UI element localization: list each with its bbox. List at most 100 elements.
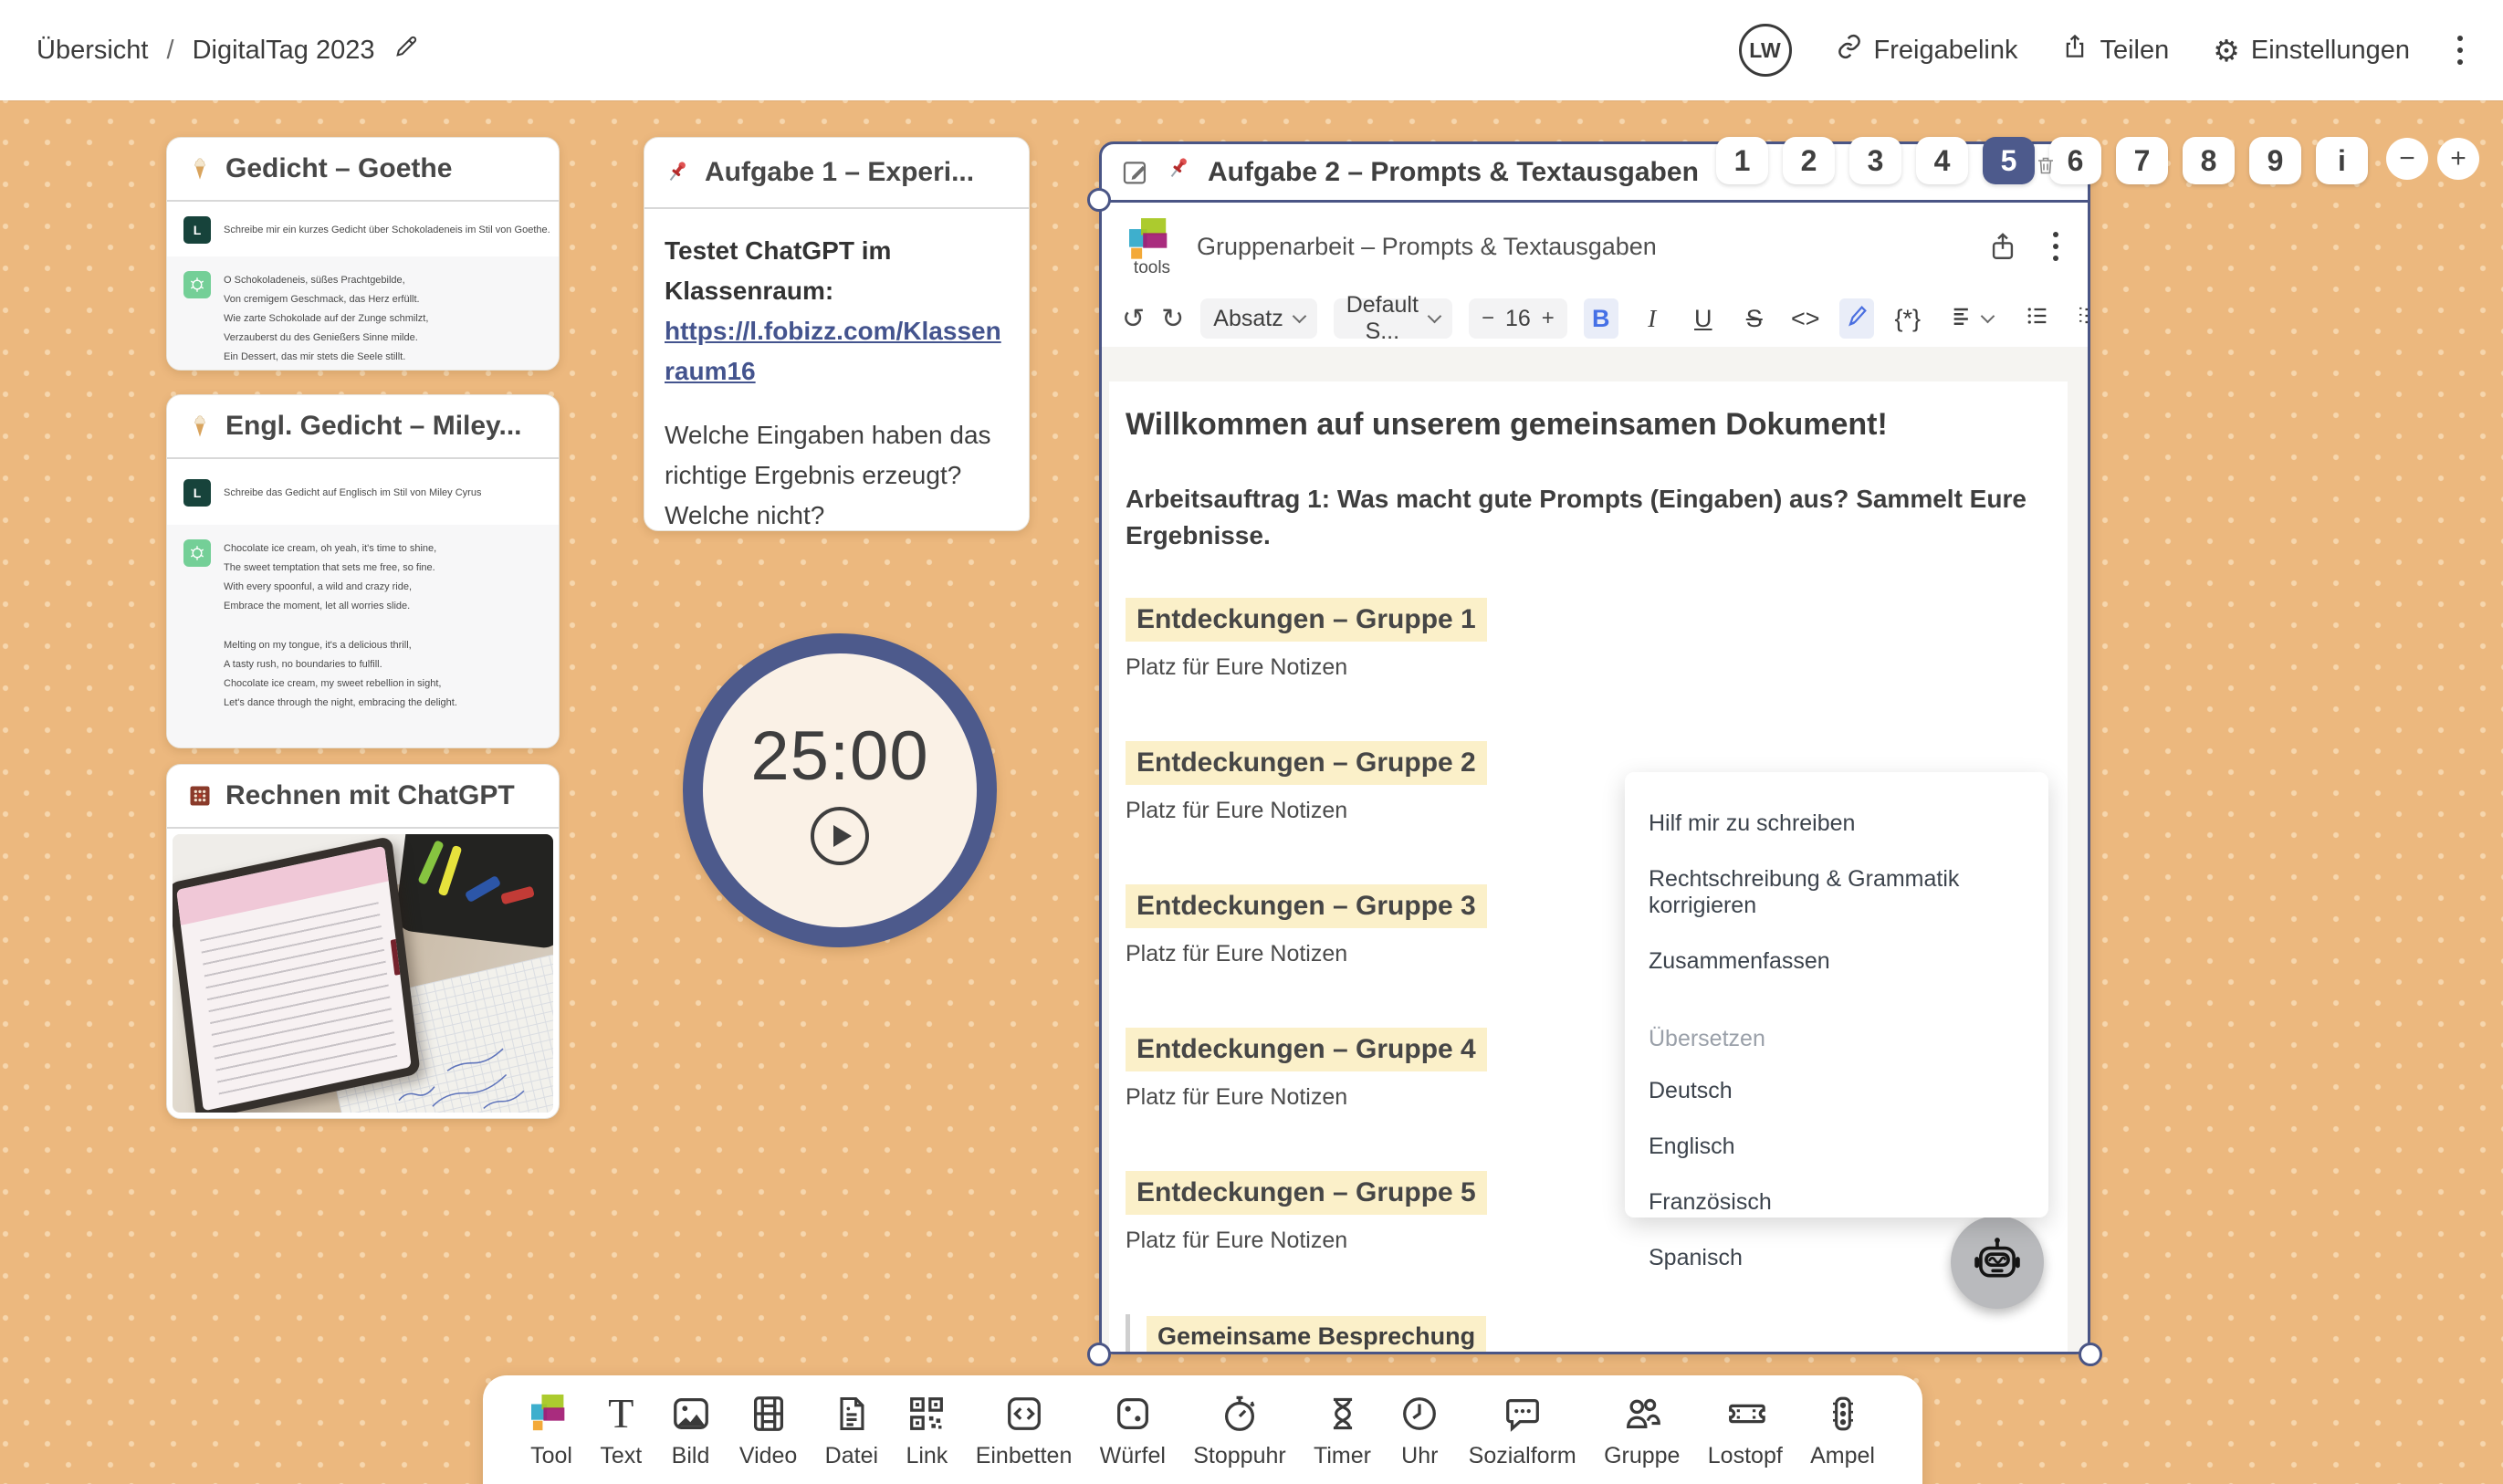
dock-item-lostopf[interactable]: Lostopf [1708, 1392, 1783, 1484]
menu-item-english[interactable]: Englisch [1625, 1119, 2048, 1175]
page-button-4[interactable]: 4 [1916, 137, 1968, 184]
font-size-increase-button[interactable]: + [1542, 306, 1555, 331]
card-gedicht-goethe[interactable]: Gedicht – Goethe L Schreibe mir ein kurz… [166, 137, 560, 371]
page-button-6[interactable]: 6 [2049, 137, 2101, 184]
align-dropdown[interactable] [1954, 298, 1989, 339]
dice-icon [1112, 1392, 1154, 1436]
menu-item-summarize[interactable]: Zusammenfassen [1625, 934, 2048, 989]
page-button-1[interactable]: 1 [1716, 137, 1768, 184]
dock-item-text[interactable]: T Text [600, 1392, 642, 1484]
menu-item-fix-spelling-grammar[interactable]: Rechtschreibung & Grammatik korrigieren [1625, 852, 2048, 934]
card-rechnen-mit-chatgpt[interactable]: Rechnen mit ChatGPT [166, 764, 560, 1119]
selection-handle-bottom-right[interactable] [2079, 1343, 2102, 1366]
aufgabe1-body: Testet ChatGPT im Klassenraum: https://l… [644, 209, 1029, 531]
bullet-list-button[interactable] [2020, 298, 2055, 339]
share-button[interactable]: Teilen [2061, 33, 2169, 68]
paragraph-style-dropdown[interactable]: Absatz [1200, 298, 1316, 339]
page-button-3[interactable]: 3 [1849, 137, 1901, 184]
dock-item-link[interactable]: Link [906, 1392, 948, 1484]
font-style-dropdown[interactable]: Default S... [1334, 298, 1452, 339]
page-button-7[interactable]: 7 [2116, 137, 2168, 184]
document-actions [1987, 228, 2062, 265]
doc-heading: Willkommen auf unserem gemeinsamen Dokum… [1126, 407, 2031, 443]
share-icon [2061, 33, 2089, 68]
pushpin-icon [1166, 155, 1193, 190]
page-button-5-active[interactable]: 5 [1983, 137, 2035, 184]
export-share-button[interactable] [1987, 231, 2018, 262]
classroom-link[interactable]: https://l.fobizz.com/Klassenraum16 [665, 317, 1001, 385]
card-aufgabe-1[interactable]: Aufgabe 1 – Experi... Testet ChatGPT im … [644, 137, 1030, 531]
dock-item-sozialform[interactable]: Sozialform [1469, 1392, 1576, 1484]
dock-item-ampel[interactable]: Ampel [1810, 1392, 1875, 1484]
page-switcher: 1 2 3 4 5 6 7 8 9 i [1716, 137, 2368, 184]
play-icon [833, 825, 852, 847]
doc-task: Arbeitsauftrag 1: Was macht gute Prompts… [1126, 481, 2031, 554]
breadcrumb: Übersicht / DigitalTag 2023 [37, 33, 420, 68]
breadcrumb-overview-link[interactable]: Übersicht [37, 36, 149, 66]
dock-item-timer[interactable]: Timer [1314, 1392, 1371, 1484]
selection-handle-bottom-left[interactable] [1087, 1343, 1111, 1366]
code-button[interactable]: <> [1788, 298, 1823, 339]
aufgabe1-intro: Testet ChatGPT im Klassenraum: [665, 231, 1009, 311]
ordered-list-button[interactable] [2071, 298, 2088, 339]
font-size-decrease-button[interactable]: − [1482, 306, 1494, 331]
user-chat-avatar: L [183, 216, 211, 244]
miley-prompt-text: Schreibe das Gedicht auf Englisch im Sti… [224, 487, 481, 498]
dock-item-tool[interactable]: Tool [530, 1392, 572, 1484]
ordered-list-icon [2076, 303, 2088, 335]
dock-item-stoppuhr[interactable]: Stoppuhr [1193, 1392, 1285, 1484]
edit-card-button[interactable] [1120, 157, 1151, 188]
speech-bubble-icon [1502, 1392, 1544, 1436]
more-options-button[interactable] [2454, 32, 2466, 68]
share-link-button[interactable]: Freigabelink [1836, 33, 2018, 68]
menu-item-help-me-write[interactable]: Hilf mir zu schreiben [1625, 796, 2048, 852]
zoom-out-button[interactable]: − [2386, 138, 2428, 180]
card-aufgabe-2-selected[interactable]: Aufgabe 2 – Prompts & Textausgaben tools… [1099, 141, 2090, 1354]
zoom-in-button[interactable]: + [2437, 138, 2479, 180]
dock-item-uhr[interactable]: Uhr [1398, 1392, 1440, 1484]
italic-button[interactable]: I [1635, 298, 1670, 339]
card-goethe-title: Gedicht – Goethe [225, 153, 452, 184]
miley-prompt-row: L Schreibe das Gedicht auf Englisch im S… [167, 459, 559, 525]
goethe-prompt-text: Schreibe mir ein kurzes Gedicht über Sch… [224, 225, 550, 235]
dock-item-gruppe[interactable]: Gruppe [1604, 1392, 1680, 1484]
insert-toolbar: Tool T Text Bild Video [483, 1375, 1922, 1484]
page-button-9[interactable]: 9 [2249, 137, 2301, 184]
document-menu-button[interactable] [2049, 228, 2062, 265]
timer-play-button[interactable] [811, 807, 869, 865]
goethe-response-row: O Schokoladeneis, süßes Prachtgebilde,Vo… [167, 256, 559, 371]
gear-icon: ⚙ [2213, 36, 2240, 66]
page-button-8[interactable]: 8 [2183, 137, 2235, 184]
highlight-pen-button[interactable] [1839, 298, 1874, 339]
strikethrough-button[interactable]: S [1737, 298, 1772, 339]
share-link-label: Freigabelink [1874, 36, 2018, 66]
fobizz-logo-caption: tools [1134, 259, 1170, 277]
underline-button[interactable]: U [1686, 298, 1721, 339]
page-button-info[interactable]: i [2316, 137, 2368, 184]
dock-item-datei[interactable]: Datei [825, 1392, 878, 1484]
delete-page-button[interactable] [2035, 153, 2057, 177]
ice-cream-icon [187, 156, 213, 182]
bold-button[interactable]: B [1584, 298, 1618, 339]
miley-poem: Chocolate ice cream, oh yeah, it's time … [224, 539, 457, 713]
placeholder-token-button[interactable]: {*} [1890, 298, 1925, 339]
dock-item-video[interactable]: Video [739, 1392, 798, 1484]
dock-item-einbetten[interactable]: Einbetten [976, 1392, 1073, 1484]
undo-icon[interactable]: ↺ [1122, 303, 1145, 335]
selection-handle-top-left[interactable] [1087, 188, 1111, 212]
page-button-2[interactable]: 2 [1783, 137, 1835, 184]
menu-item-german[interactable]: Deutsch [1625, 1063, 2048, 1119]
redo-icon[interactable]: ↻ [1161, 303, 1184, 335]
chatgpt-icon [183, 271, 211, 298]
fobizz-doc-header: tools Gruppenarbeit – Prompts & Textausg… [1102, 203, 2088, 290]
group-heading: Entdeckungen – Gruppe 5 [1126, 1171, 1487, 1215]
settings-button[interactable]: ⚙ Einstellungen [2213, 36, 2410, 66]
rename-board-button[interactable] [393, 33, 420, 68]
dock-item-wuerfel[interactable]: Würfel [1100, 1392, 1166, 1484]
dock-item-bild[interactable]: Bild [670, 1392, 712, 1484]
user-avatar[interactable]: LW [1739, 24, 1792, 77]
group-note: Platz für Eure Notizen [1126, 654, 2031, 681]
menu-item-spanish[interactable]: Spanisch [1625, 1230, 2048, 1286]
card-engl-gedicht-miley[interactable]: Engl. Gedicht – Miley... L Schreibe das … [166, 394, 560, 748]
menu-item-french[interactable]: Französisch [1625, 1175, 2048, 1230]
